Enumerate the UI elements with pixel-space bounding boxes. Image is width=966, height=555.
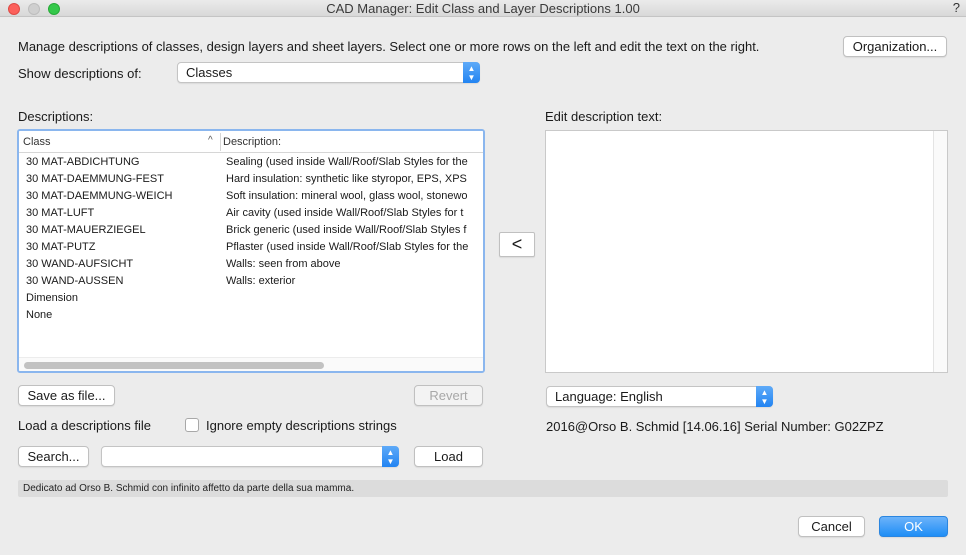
table-body: 30 MAT-ABDICHTUNG Sealing (used inside Wa… bbox=[19, 155, 483, 325]
table-row[interactable]: Dimension bbox=[19, 291, 483, 308]
descriptions-label: Descriptions: bbox=[18, 109, 94, 124]
column-divider[interactable] bbox=[220, 133, 221, 151]
table-row[interactable]: None bbox=[19, 308, 483, 325]
show-descriptions-select[interactable]: Classes ▲ ▼ bbox=[177, 62, 480, 83]
row-description-cell: Walls: exterior bbox=[226, 275, 296, 287]
table-row[interactable]: 30 MAT-LUFT Air cavity (used inside Wall/… bbox=[19, 206, 483, 223]
file-path-combobox[interactable]: ▲ ▼ bbox=[101, 446, 399, 467]
load-descriptions-label: Load a descriptions file bbox=[18, 418, 151, 433]
load-button[interactable]: Load bbox=[414, 446, 483, 467]
chevron-updown-icon: ▲ ▼ bbox=[382, 446, 399, 467]
table-row[interactable]: 30 MAT-DAEMMUNG-WEICH Soft insulation: mi… bbox=[19, 189, 483, 206]
chevron-left-icon: < bbox=[511, 234, 523, 254]
row-description-cell: Brick generic (used inside Wall/Roof/Sla… bbox=[226, 224, 467, 236]
table-row[interactable]: 30 MAT-MAUERZIEGEL Brick generic (used in… bbox=[19, 223, 483, 240]
row-description-cell: Pflaster (used inside Wall/Roof/Slab Sty… bbox=[226, 241, 469, 253]
table-row[interactable]: 30 MAT-PUTZ Pflaster (used inside Wall/Ro… bbox=[19, 240, 483, 257]
row-description-cell: Soft insulation: mineral wool, glass woo… bbox=[226, 190, 468, 202]
row-description-cell: Walls: seen from above bbox=[226, 258, 341, 270]
row-class-cell: None bbox=[26, 309, 53, 321]
scrollbar-thumb[interactable] bbox=[24, 362, 324, 369]
edit-description-textarea[interactable] bbox=[545, 130, 948, 373]
status-bar: Dedicato ad Orso B. Schmid con infinito … bbox=[18, 480, 948, 497]
ignore-empty-label: Ignore empty descriptions strings bbox=[206, 418, 397, 433]
organization-button[interactable]: Organization... bbox=[843, 36, 947, 57]
revert-button[interactable]: Revert bbox=[414, 385, 483, 406]
ok-button[interactable]: OK bbox=[879, 516, 948, 537]
ignore-empty-checkbox[interactable] bbox=[185, 418, 199, 432]
intro-text: Manage descriptions of classes, design l… bbox=[18, 39, 760, 54]
row-description-cell: Hard insulation: synthetic like styropor… bbox=[226, 173, 467, 185]
row-class-cell: 30 MAT-DAEMMUNG-FEST bbox=[26, 173, 164, 185]
column-header-description[interactable]: Description: bbox=[223, 136, 281, 148]
status-text: Dedicato ad Orso B. Schmid con infinito … bbox=[23, 483, 355, 494]
chevron-updown-icon: ▲ ▼ bbox=[463, 62, 480, 83]
row-class-cell: 30 MAT-LUFT bbox=[26, 207, 95, 219]
table-row[interactable]: 30 WAND-AUSSEN Walls: exterior bbox=[19, 274, 483, 291]
sort-ascending-icon: ^ bbox=[208, 135, 213, 146]
credit-text: 2016@Orso B. Schmid [14.06.16] Serial Nu… bbox=[546, 419, 884, 434]
row-class-cell: 30 WAND-AUSSEN bbox=[26, 275, 124, 287]
language-select[interactable]: Language: English ▲ ▼ bbox=[546, 386, 773, 407]
row-class-cell: 30 MAT-MAUERZIEGEL bbox=[26, 224, 146, 236]
row-class-cell: 30 MAT-DAEMMUNG-WEICH bbox=[26, 190, 173, 202]
show-descriptions-value: Classes bbox=[186, 65, 233, 80]
row-class-cell: 30 WAND-AUFSICHT bbox=[26, 258, 134, 270]
table-row[interactable]: 30 WAND-AUFSICHT Walls: seen from above bbox=[19, 257, 483, 274]
cancel-button[interactable]: Cancel bbox=[798, 516, 865, 537]
chevron-updown-icon: ▲ ▼ bbox=[756, 386, 773, 407]
transfer-description-button[interactable]: < bbox=[499, 232, 535, 257]
row-class-cell: 30 MAT-ABDICHTUNG bbox=[26, 156, 140, 168]
show-descriptions-label: Show descriptions of: bbox=[18, 66, 142, 81]
language-value: Language: English bbox=[555, 389, 663, 404]
save-as-file-button[interactable]: Save as file... bbox=[18, 385, 115, 406]
horizontal-scrollbar[interactable] bbox=[19, 357, 483, 371]
table-header: Class ^ Description: bbox=[19, 131, 483, 153]
table-row[interactable]: 30 MAT-ABDICHTUNG Sealing (used inside Wa… bbox=[19, 155, 483, 172]
row-description-cell: Sealing (used inside Wall/Roof/Slab Styl… bbox=[226, 156, 468, 168]
edit-description-label: Edit description text: bbox=[545, 109, 663, 124]
vertical-scrollbar[interactable] bbox=[933, 131, 947, 372]
help-icon[interactable]: ? bbox=[953, 0, 960, 15]
search-button[interactable]: Search... bbox=[18, 446, 89, 467]
row-class-cell: Dimension bbox=[26, 292, 78, 304]
row-class-cell: 30 MAT-PUTZ bbox=[26, 241, 96, 253]
title-bar: CAD Manager: Edit Class and Layer Descri… bbox=[0, 0, 966, 17]
column-header-class[interactable]: Class bbox=[23, 136, 51, 148]
row-description-cell: Air cavity (used inside Wall/Roof/Slab S… bbox=[226, 207, 464, 219]
descriptions-table[interactable]: Class ^ Description: 30 MAT-ABDICHTUNG Se… bbox=[17, 129, 485, 373]
table-row[interactable]: 30 MAT-DAEMMUNG-FEST Hard insulation: syn… bbox=[19, 172, 483, 189]
window-title: CAD Manager: Edit Class and Layer Descri… bbox=[326, 1, 640, 16]
